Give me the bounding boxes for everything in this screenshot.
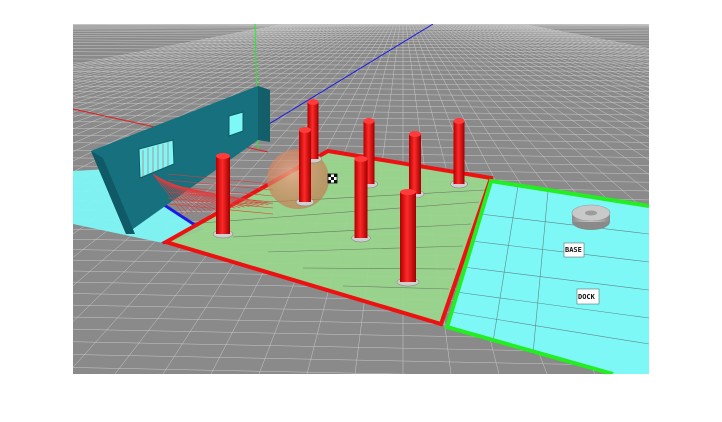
tracker-marker	[327, 173, 338, 184]
figure-window: BASE DOCK	[0, 0, 722, 422]
pillar-body	[400, 192, 416, 282]
grid-line	[73, 75, 649, 82]
scene-canvas[interactable]: BASE DOCK	[73, 24, 649, 374]
pillar-body	[453, 121, 465, 184]
pillar-top	[409, 131, 421, 137]
marker-base-label: BASE	[565, 246, 582, 254]
pillar-top	[307, 99, 319, 105]
pillar-top	[354, 156, 368, 162]
grid-line	[73, 42, 649, 47]
robot-base	[571, 204, 611, 230]
marker-dock-label: DOCK	[578, 293, 596, 301]
pillar-top	[299, 127, 311, 133]
pillar-body	[354, 159, 368, 238]
grid-line	[73, 367, 409, 374]
grid-line	[73, 96, 649, 104]
3d-viewport[interactable]: BASE DOCK	[73, 24, 649, 374]
grid-line	[73, 114, 649, 122]
grid-line	[73, 37, 649, 41]
pillar	[396, 189, 420, 287]
pillar-top	[363, 118, 375, 124]
pillar-body	[409, 134, 421, 194]
marker-dock: DOCK	[576, 288, 600, 305]
grid-line	[73, 62, 649, 68]
marker-base: BASE	[563, 242, 585, 258]
pillar	[212, 153, 234, 239]
pillar-top	[453, 118, 465, 124]
pillar-body	[299, 130, 311, 202]
pillar-top	[216, 153, 230, 159]
pillar-body	[216, 156, 230, 234]
pillar-top	[400, 189, 416, 195]
